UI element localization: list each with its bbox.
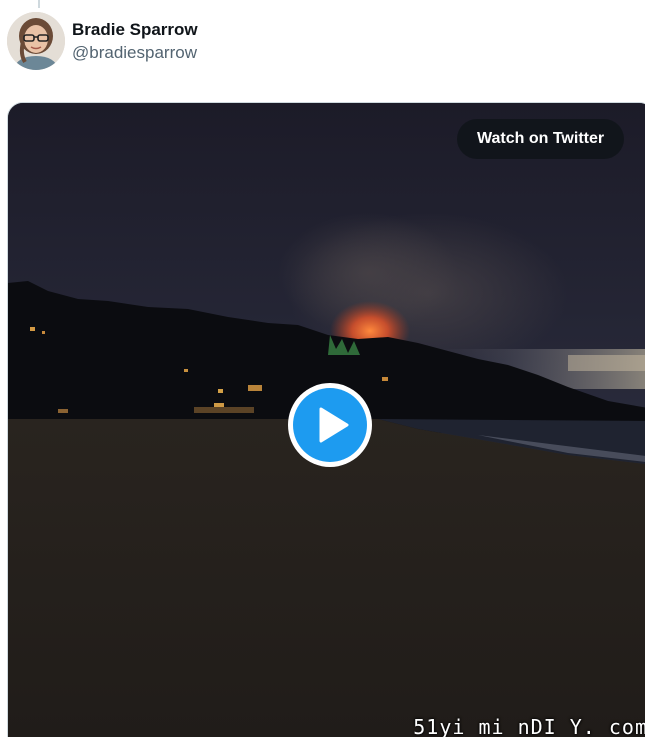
play-button-circle — [293, 388, 367, 462]
watermark-text: 51yi mi nDI Y. com — [413, 715, 645, 737]
thread-connector-line — [38, 0, 40, 8]
watch-on-twitter-label: Watch on Twitter — [477, 130, 605, 147]
tweet-author[interactable]: Bradie Sparrow @bradiesparrow — [7, 12, 198, 70]
user-avatar[interactable] — [7, 12, 65, 70]
play-icon — [319, 407, 349, 443]
play-button[interactable] — [288, 383, 372, 467]
watch-on-twitter-button[interactable]: Watch on Twitter — [457, 119, 625, 159]
tweet-embed: Bradie Sparrow @bradiesparrow Watch on T… — [0, 0, 645, 737]
author-handle[interactable]: @bradiesparrow — [72, 42, 198, 63]
author-display-name[interactable]: Bradie Sparrow — [72, 19, 198, 40]
video-player[interactable]: Watch on Twitter 51yi mi nDI Y. com — [7, 102, 645, 737]
